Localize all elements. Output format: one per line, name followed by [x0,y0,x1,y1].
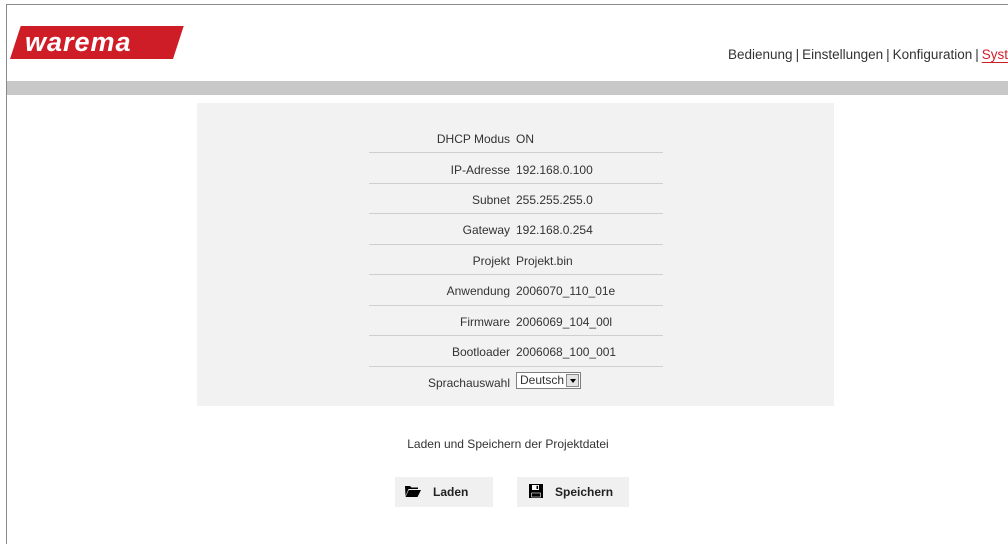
info-row-projekt: Projekt Projekt.bin [197,245,834,275]
top-nav: Bedienung | Einstellungen | Konfiguration | Sy… [728,47,1008,62]
info-value: 2006068_100_001 [516,345,617,359]
info-label: Anwendung [446,284,510,298]
logo-text: warema [25,27,132,57]
nav-system[interactable]: Syst [982,47,1008,62]
nav-separator: | [975,47,979,62]
nav-separator: | [795,47,800,62]
info-value: 2006070_110_01e [516,284,616,298]
info-value: 255.255.255.0 [516,193,593,207]
row-divider [369,152,663,153]
info-label: Projekt [472,254,510,268]
info-label: Gateway [462,223,510,237]
nav-einstellungen[interactable]: Einstellungen [802,47,883,62]
info-row-dhcp: DHCP Modus ON [197,123,834,153]
info-label: Subnet [471,193,510,207]
info-label: IP-Adresse [450,163,510,177]
header-divider-bar [7,81,1008,95]
browser-frame: warema Bedienung | Einstellungen | Konfigura… [6,4,1008,544]
chevron-down-icon[interactable] [566,374,580,387]
info-row-bootloader: Bootloader 2006068_100_001 [197,336,834,366]
nav-bedienung[interactable]: Bedienung [728,47,793,62]
system-info-panel: DHCP Modus ON IP-Adresse 192.168.0.100 S… [197,103,834,406]
floppy-disk-icon [529,483,543,501]
save-button-label: Speichern [555,485,614,499]
info-row-firmware: Firmware 2006069_104_00l [197,306,834,336]
header: warema Bedienung | Einstellungen | Konfigura… [7,5,1008,81]
info-value: Projekt.bin [516,254,573,268]
project-file-caption: Laden und Speichern der Projektdatei [407,437,609,451]
info-label: DHCP Modus [436,132,510,146]
language-label: Sprachauswahl [427,376,510,390]
nav-separator: | [886,47,890,62]
info-label: Bootloader [451,345,510,359]
language-selected-value: Deutsch [520,373,565,387]
info-label: Firmware [460,315,510,329]
folder-open-icon [405,485,421,500]
load-button-label: Laden [433,485,469,499]
info-value: 192.168.0.254 [516,223,593,237]
info-row-ip: IP-Adresse 192.168.0.100 [197,154,834,184]
save-button[interactable]: Speichern [517,477,629,507]
load-button[interactable]: Laden [395,477,493,507]
info-value: 192.168.0.100 [516,163,593,177]
nav-konfiguration[interactable]: Konfiguration [893,47,973,62]
info-row-subnet: Subnet 255.255.255.0 [197,184,834,214]
info-row-gateway: Gateway 192.168.0.254 [197,214,834,244]
info-row-anwendung: Anwendung 2006070_110_01e [197,275,834,305]
info-value: 2006069_104_00l [516,315,613,329]
info-row-language: Sprachauswahl Deutsch [197,367,834,397]
info-value: ON [516,132,534,146]
language-select[interactable]: Deutsch [516,372,582,389]
